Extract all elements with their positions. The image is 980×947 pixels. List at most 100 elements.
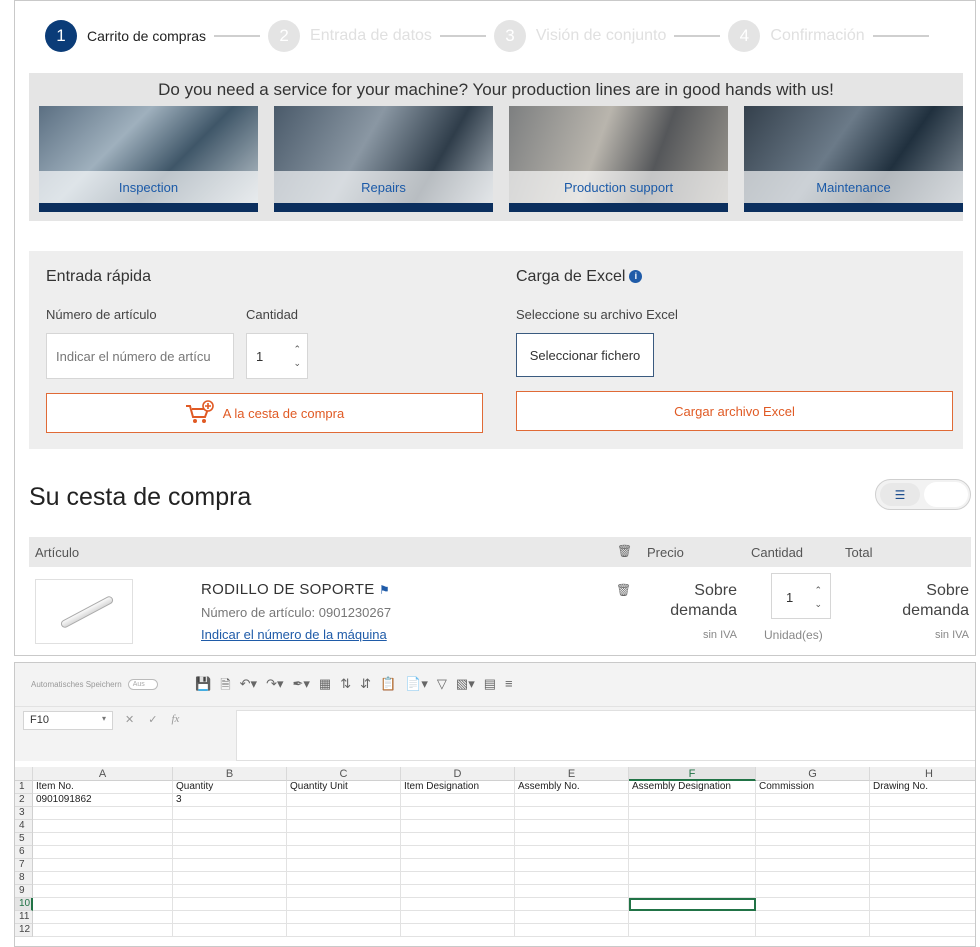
paste-icon[interactable]: 📋: [380, 676, 396, 698]
grid-cell[interactable]: Quantity Unit: [287, 781, 401, 794]
grid-cell[interactable]: [173, 846, 287, 859]
filter-icon[interactable]: ▽: [437, 676, 447, 698]
grid-cell[interactable]: [173, 833, 287, 846]
columns-icon[interactable]: ▤: [484, 676, 496, 698]
grid-cell[interactable]: [401, 807, 515, 820]
grid-cell[interactable]: [401, 820, 515, 833]
step-cart[interactable]: 1 Carrito de compras: [45, 20, 206, 52]
row-header[interactable]: 7: [15, 859, 33, 872]
upload-excel-button[interactable]: Cargar archivo Excel: [516, 391, 953, 431]
row-header[interactable]: 10: [15, 898, 33, 911]
grid-view-option[interactable]: [924, 482, 968, 507]
row-header[interactable]: 12: [15, 924, 33, 937]
formula-input[interactable]: [236, 710, 975, 761]
function-icon[interactable]: fx: [171, 713, 179, 726]
grid-cell[interactable]: [870, 846, 975, 859]
row-header[interactable]: 5: [15, 833, 33, 846]
grid-cell[interactable]: [870, 820, 975, 833]
row-header[interactable]: 8: [15, 872, 33, 885]
grid-cell[interactable]: [33, 924, 173, 937]
machine-link-icon[interactable]: ⚑: [379, 583, 390, 597]
grid-cell[interactable]: [756, 820, 870, 833]
redo-icon[interactable]: ↷▾: [266, 676, 283, 698]
grid-cell[interactable]: [401, 872, 515, 885]
grid-cell[interactable]: [287, 872, 401, 885]
column-header[interactable]: G: [756, 767, 870, 781]
grid-cell[interactable]: [756, 924, 870, 937]
column-header[interactable]: D: [401, 767, 515, 781]
enter-machine-number-link[interactable]: Indicar el número de la máquina: [201, 627, 387, 642]
grid-cell[interactable]: [287, 911, 401, 924]
stepper-arrows[interactable]: ⌃ ⌄: [293, 342, 301, 370]
grid-cell[interactable]: [629, 794, 756, 807]
save-icon[interactable]: 💾: [195, 676, 211, 698]
autosave-toggle[interactable]: Aus: [127, 679, 158, 690]
column-header[interactable]: E: [515, 767, 629, 781]
grid-cell[interactable]: [756, 885, 870, 898]
grid-cell[interactable]: [870, 898, 975, 911]
grid-cell[interactable]: [870, 924, 975, 937]
grid-cell[interactable]: [173, 924, 287, 937]
grid-cell[interactable]: [33, 872, 173, 885]
stepper-arrows[interactable]: ⌃ ⌄: [814, 583, 822, 611]
autosave[interactable]: Automatisches Speichern Aus: [31, 679, 158, 690]
service-tile-maintenance[interactable]: Maintenance: [744, 106, 963, 212]
grid-cell[interactable]: [173, 872, 287, 885]
list-view-icon[interactable]: ☰: [880, 483, 920, 506]
column-header[interactable]: A: [33, 767, 173, 781]
grid-cell[interactable]: [756, 872, 870, 885]
grid-cell[interactable]: [870, 885, 975, 898]
grid-cell[interactable]: [515, 885, 629, 898]
row-header[interactable]: 3: [15, 807, 33, 820]
sort-descending-icon[interactable]: ⇵: [360, 676, 371, 698]
grid-cell[interactable]: [629, 859, 756, 872]
grid-cell[interactable]: Assembly No.: [515, 781, 629, 794]
grid-cell[interactable]: [401, 924, 515, 937]
grid-cell[interactable]: [515, 846, 629, 859]
column-header[interactable]: B: [173, 767, 287, 781]
cancel-icon[interactable]: ✕: [125, 713, 134, 726]
grid-cell[interactable]: [629, 911, 756, 924]
grid-cell[interactable]: [287, 898, 401, 911]
grid-cell[interactable]: [870, 859, 975, 872]
grid-cell[interactable]: [756, 807, 870, 820]
info-icon[interactable]: i: [629, 269, 643, 283]
chevron-down-icon[interactable]: ⌄: [293, 356, 301, 370]
grid-cell[interactable]: [756, 898, 870, 911]
grid-cell[interactable]: [515, 807, 629, 820]
grid-cell[interactable]: [756, 859, 870, 872]
grid-cell[interactable]: [515, 820, 629, 833]
grid-cell[interactable]: [870, 807, 975, 820]
grid-cell[interactable]: Drawing No.: [870, 781, 975, 794]
confirm-icon[interactable]: ✓: [148, 713, 157, 726]
active-cell[interactable]: [629, 898, 756, 911]
grid-cell[interactable]: [33, 898, 173, 911]
grid-cell[interactable]: [515, 872, 629, 885]
grid-cell[interactable]: [515, 898, 629, 911]
grid-cell[interactable]: [173, 885, 287, 898]
grid-cell[interactable]: [401, 846, 515, 859]
grid-cell[interactable]: [287, 924, 401, 937]
grid-cell[interactable]: [629, 872, 756, 885]
grid-cell[interactable]: [33, 859, 173, 872]
grid-cell[interactable]: [756, 911, 870, 924]
grid-cell[interactable]: 3: [173, 794, 287, 807]
chevron-down-icon[interactable]: ⌄: [814, 597, 822, 611]
grid-cell[interactable]: [515, 794, 629, 807]
grid-cell[interactable]: [629, 846, 756, 859]
grid-cell[interactable]: 0901091862: [33, 794, 173, 807]
grid-cell[interactable]: [401, 833, 515, 846]
row-header[interactable]: 6: [15, 846, 33, 859]
grid-cell[interactable]: [401, 898, 515, 911]
grid-cell[interactable]: [401, 911, 515, 924]
chevron-up-icon[interactable]: ⌃: [814, 583, 822, 597]
grid-cell[interactable]: [629, 807, 756, 820]
grid-cell[interactable]: [756, 794, 870, 807]
grid-cell[interactable]: [173, 859, 287, 872]
grid-cell[interactable]: [515, 911, 629, 924]
format-painter-icon[interactable]: ✒▾: [292, 676, 309, 698]
grid-cell[interactable]: [287, 859, 401, 872]
grid-cell[interactable]: Item No.: [33, 781, 173, 794]
grid-cell[interactable]: [756, 846, 870, 859]
grid-cell[interactable]: [515, 924, 629, 937]
